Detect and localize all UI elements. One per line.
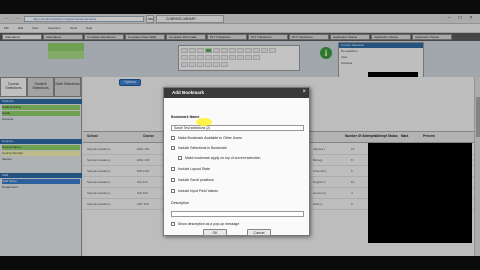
popup-message-checkbox[interactable] [171,222,175,226]
browser-window: ← → https://localhost/platform/applicati… [0,14,480,256]
input-values-checkbox[interactable] [171,189,175,193]
cancel-button[interactable]: Cancel [247,229,271,236]
layout-state-label: Include Layout State [178,167,210,171]
share-checkbox[interactable] [171,136,175,140]
bookmark-name-input[interactable]: Sarah Test selections (2) [171,125,304,131]
scroll-positions-checkbox[interactable] [171,178,175,182]
description-input[interactable] [171,211,304,217]
bookmark-name-label: Bookmark Name [171,115,200,119]
include-selections-label: Include Selections in Bookmark [178,146,227,150]
popup-message-label: Show description as a pop-up message [178,222,240,226]
include-selections-checkbox[interactable]: ✓ [171,146,175,151]
ok-button[interactable]: OK [203,229,227,236]
description-label: Description [171,201,189,205]
dialog-title: Add Bookmark [164,88,309,98]
close-icon[interactable]: × [302,89,306,95]
video-bottom-letterbox [0,256,480,270]
add-bookmark-dialog: Add Bookmark × Bookmark Name Sarah Test … [163,87,310,236]
cursor-highlight [196,118,212,126]
share-option-label: Make Bookmark Available to Other Users [178,136,242,140]
input-values-label: Include Input Field Values [178,189,219,193]
video-top-letterbox [0,0,480,14]
scroll-positions-label: Include Scroll positions [178,178,214,182]
apply-on-top-label: Make bookmark apply on top of current se… [185,156,261,160]
apply-on-top-checkbox[interactable] [178,156,182,160]
layout-state-checkbox[interactable] [171,167,175,171]
